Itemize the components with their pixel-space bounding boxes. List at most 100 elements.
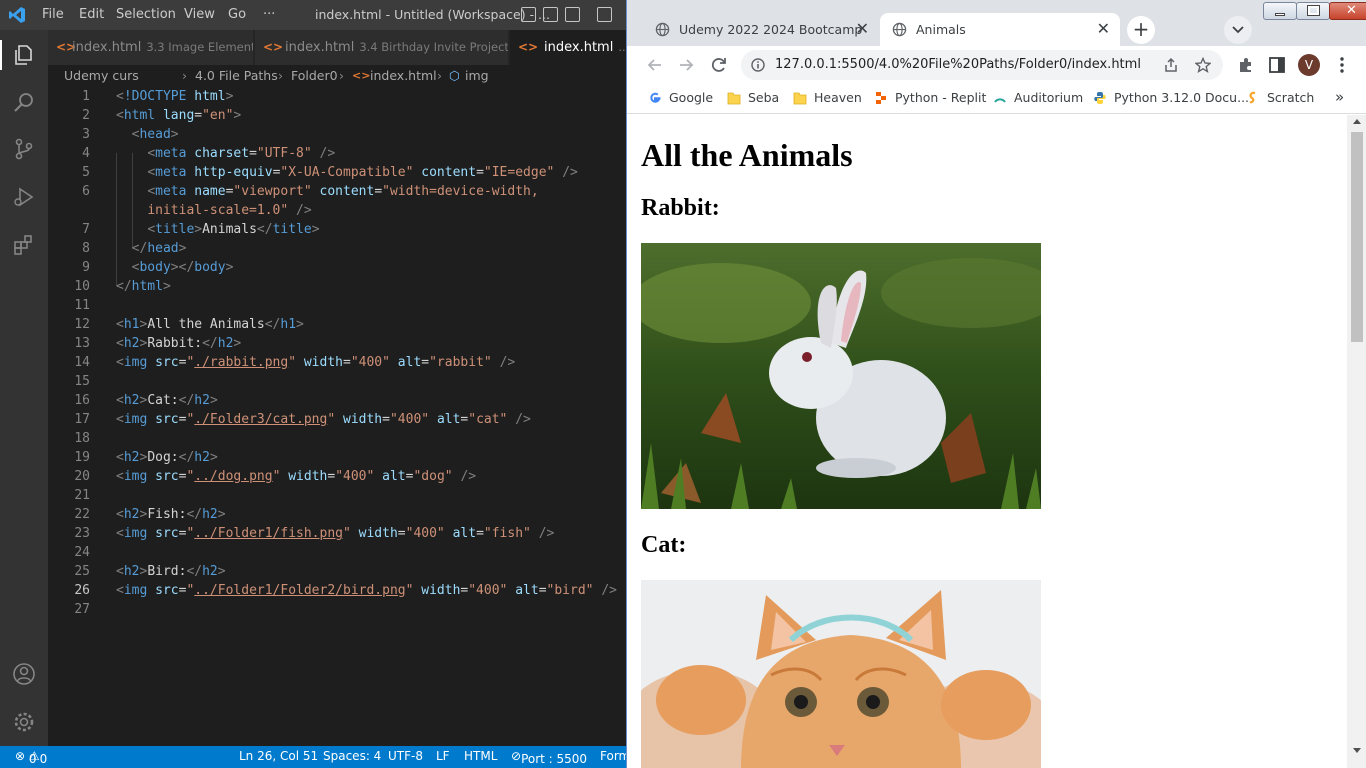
browser-tab-animals[interactable]: Animals ✕	[880, 13, 1120, 46]
line-number: 7	[82, 222, 90, 237]
line-number: 16	[74, 393, 90, 408]
line-number: 17	[74, 412, 90, 427]
account-icon[interactable]	[12, 662, 36, 686]
line-number: 13	[74, 336, 90, 351]
menu-view[interactable]: View	[184, 7, 215, 22]
code-line: <meta name="viewport" content="width=dev…	[147, 184, 539, 199]
new-tab-button[interactable]: +	[1127, 16, 1155, 44]
address-bar[interactable]: 127.0.0.1:5500/4.0%20File%20Paths/Folder…	[741, 50, 1223, 80]
site-info-icon[interactable]	[751, 58, 765, 72]
line-number: 24	[74, 545, 90, 560]
page-scrollbar[interactable]	[1347, 115, 1366, 768]
code-line: <meta charset="UTF-8" />	[147, 146, 336, 161]
python-logo-icon	[1094, 92, 1106, 104]
tab-birthday-invite[interactable]: <> index.html 3.4 Birthday Invite Project	[255, 30, 509, 65]
browser-tab-udemy[interactable]: Udemy 2022 2024 Bootcamp ✕	[643, 13, 879, 46]
search-icon[interactable]	[12, 90, 36, 114]
scroll-down-icon[interactable]	[1353, 748, 1361, 753]
code-line: <head>	[131, 127, 179, 142]
code-line: <meta http-equiv="X-UA-Compatible" conte…	[147, 165, 578, 180]
breadcrumb-item[interactable]: index.html	[370, 68, 437, 83]
forward-arrow-icon[interactable]	[676, 55, 696, 75]
vscode-titlebar: File Edit Selection View Go ··· index.ht…	[0, 0, 626, 30]
breadcrumb-separator: ›	[437, 68, 442, 83]
google-g-icon	[650, 92, 661, 103]
line-number: 11	[74, 298, 90, 313]
breadcrumb: Udemy curs › 4.0 File Paths › Folder0 › …	[48, 65, 626, 87]
profile-avatar[interactable]: V	[1298, 54, 1320, 76]
customize-layout-icon[interactable]	[597, 7, 612, 22]
run-debug-icon[interactable]	[12, 185, 36, 209]
tab-description: 3.3 Image Elements	[146, 40, 254, 54]
line-number: 12	[74, 317, 90, 332]
code-line-wrap: initial-scale=1.0" />	[147, 203, 312, 218]
line-number: 1	[82, 89, 90, 104]
tab-image-elements[interactable]: <> index.html 3.3 Image Elements	[48, 30, 254, 65]
tab-description: 3.4 Birthday Invite Project	[359, 40, 509, 54]
tab-search-button[interactable]	[1224, 16, 1252, 44]
formatter-status[interactable]: Form	[600, 749, 626, 763]
source-control-icon[interactable]	[12, 137, 36, 161]
warning-count: 0	[39, 752, 48, 766]
code-line: <h2>Cat:</h2>	[116, 393, 218, 408]
reload-icon[interactable]	[709, 55, 729, 75]
code-line: <h2>Rabbit:</h2>	[116, 336, 242, 351]
eol-status[interactable]: LF	[436, 749, 450, 763]
side-panel-icon[interactable]	[1267, 55, 1287, 75]
close-tab-icon[interactable]: ✕	[856, 19, 869, 38]
explorer-icon[interactable]	[12, 43, 36, 67]
settings-gear-icon[interactable]	[12, 710, 36, 734]
code-line: <img src="./Folder3/cat.png" width="400"…	[116, 412, 531, 427]
cursor-position[interactable]: Ln 26, Col 51	[239, 749, 318, 763]
share-icon[interactable]	[1163, 57, 1179, 73]
language-mode[interactable]: HTML	[464, 749, 497, 763]
close-window-button[interactable]: ✕	[1329, 2, 1366, 20]
more-bookmarks-icon[interactable]: »	[1335, 88, 1344, 106]
bookmark-star-icon[interactable]	[1195, 57, 1211, 73]
line-number: 19	[74, 450, 90, 465]
html-file-icon: <>	[263, 40, 284, 54]
toggle-secondary-sidebar-icon[interactable]	[565, 7, 580, 22]
minimize-window-button[interactable]	[1263, 2, 1297, 20]
line-number: 20	[74, 469, 90, 484]
cat-image	[641, 580, 1041, 768]
problems-status[interactable]: ⊗ 0 ⚠ 0	[15, 749, 47, 766]
back-arrow-icon[interactable]	[645, 55, 665, 75]
maximize-window-button[interactable]	[1296, 2, 1330, 20]
tab-title: Udemy 2022 2024 Bootcamp	[679, 22, 863, 37]
tab-current-index[interactable]: <> index.html ...\	[510, 30, 626, 65]
breadcrumb-separator: ›	[278, 68, 283, 83]
code-line: <img src="../dog.png" width="400" alt="d…	[116, 469, 477, 484]
html-file-icon: <>	[352, 69, 371, 82]
breadcrumb-item[interactable]: Udemy curs	[64, 68, 139, 83]
globe-icon	[655, 22, 670, 37]
kebab-menu-icon[interactable]	[1332, 55, 1352, 75]
tab-filename: index.html	[544, 40, 614, 55]
breadcrumb-item[interactable]: img	[465, 68, 489, 83]
scrollbar-thumb[interactable]	[1351, 132, 1363, 342]
indentation-status[interactable]: Spaces: 4	[323, 749, 381, 763]
extensions-puzzle-icon[interactable]	[1236, 55, 1256, 75]
live-server-port[interactable]: ⊘ Port : 5500	[511, 749, 587, 766]
rabbit-image	[641, 243, 1041, 509]
menu-selection[interactable]: Selection	[116, 7, 176, 22]
menu-file[interactable]: File	[42, 7, 64, 22]
toggle-primary-sidebar-icon[interactable]	[521, 7, 536, 22]
breadcrumb-item[interactable]: 4.0 File Paths	[195, 68, 278, 83]
code-line: <title>Animals</title>	[147, 222, 320, 237]
encoding-status[interactable]: UTF-8	[388, 749, 423, 763]
breadcrumb-separator: ›	[182, 68, 187, 83]
menu-more[interactable]: ···	[263, 7, 275, 22]
breadcrumb-item[interactable]: Folder0	[291, 68, 338, 83]
menu-go[interactable]: Go	[228, 7, 246, 22]
rabbit-heading: Rabbit:	[641, 195, 720, 221]
line-number: 18	[74, 431, 90, 446]
line-number: 8	[82, 241, 90, 256]
close-tab-icon[interactable]: ✕	[1097, 19, 1110, 38]
code-editor[interactable]: 1 2 3 4 5 6 7 8 9 10 11 12 13 14 15 16 1…	[48, 87, 626, 746]
toggle-panel-icon[interactable]	[543, 7, 558, 22]
extensions-icon[interactable]	[12, 233, 36, 257]
menu-edit[interactable]: Edit	[79, 7, 104, 22]
scroll-up-icon[interactable]	[1353, 119, 1361, 124]
tab-filename: index.html	[285, 40, 355, 55]
